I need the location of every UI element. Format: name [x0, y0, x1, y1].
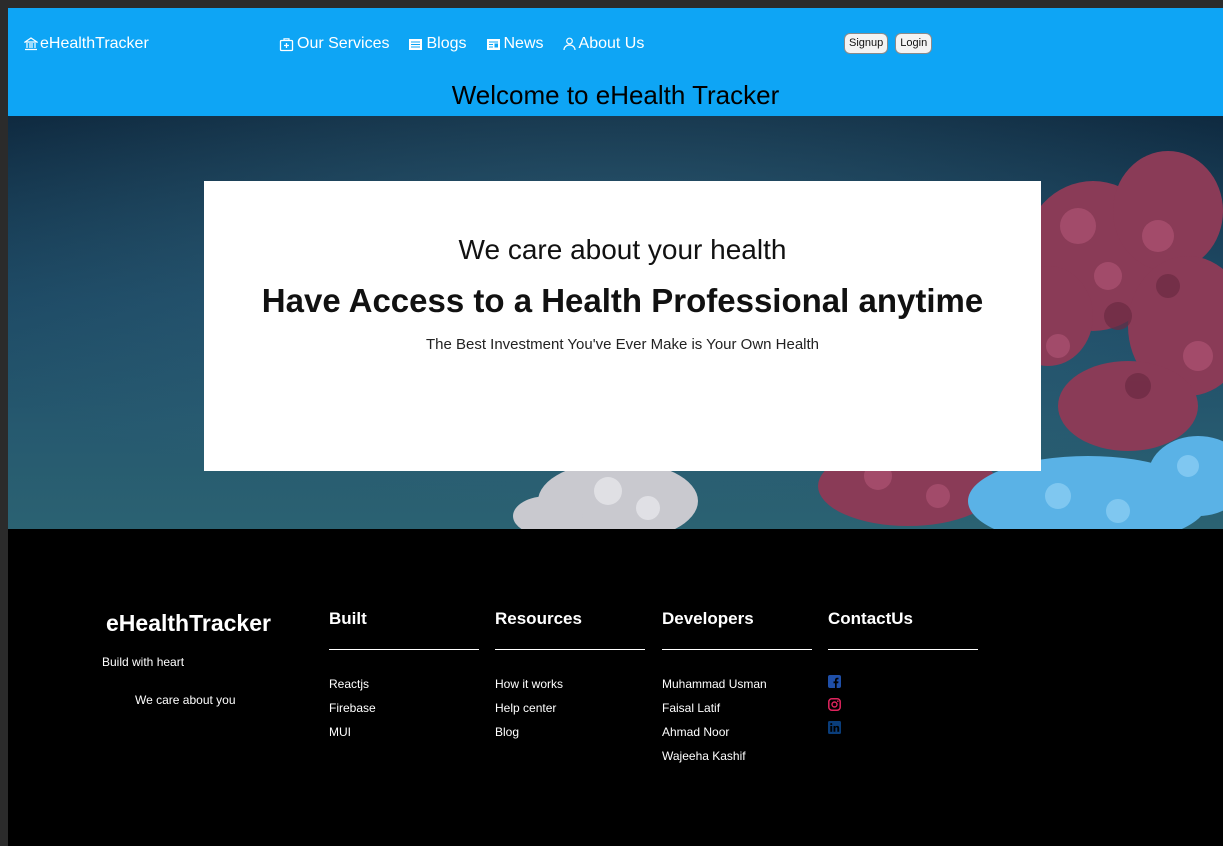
hero-subline: The Best Investment You've Ever Make is … — [425, 336, 820, 353]
footer-care-text: We care about you — [135, 693, 236, 707]
nav-our-services[interactable]: Our Services — [279, 35, 389, 53]
footer-link-reactjs[interactable]: Reactjs — [329, 672, 479, 696]
signup-button[interactable]: Signup — [844, 33, 889, 54]
medical-bag-icon — [279, 37, 294, 52]
brand-text: eHealthTracker — [40, 35, 149, 52]
facebook-icon[interactable] — [828, 675, 841, 688]
developer-item: Faisal Latif — [662, 701, 721, 715]
divider — [662, 649, 812, 650]
main-nav: Our Services Blogs News About Us — [279, 35, 644, 53]
developer-item: Ahmad Noor — [662, 725, 730, 739]
hero-section: We care about your health Have Access to… — [8, 116, 1223, 529]
divider — [495, 649, 645, 650]
developer-item: Muhammad Usman — [662, 677, 767, 691]
footer-developers-column: Developers Muhammad Usman Faisal Latif A… — [662, 608, 812, 768]
footer-developers-title: Developers — [662, 609, 754, 628]
hero-card: We care about your health Have Access to… — [204, 181, 1041, 471]
footer-link-help-center[interactable]: Help center — [495, 696, 645, 720]
footer-link-blog[interactable]: Blog — [495, 720, 645, 744]
institution-icon — [24, 37, 38, 51]
footer-contact-title: ContactUs — [828, 609, 914, 628]
footer-resources-title: Resources — [495, 609, 582, 628]
nav-our-services-label: Our Services — [297, 35, 390, 52]
hero-headline: Have Access to a Health Professional any… — [261, 282, 984, 319]
nav-about-us[interactable]: About Us — [562, 35, 645, 53]
brand-link[interactable]: eHealthTracker — [24, 35, 149, 53]
person-icon — [562, 37, 576, 51]
footer-built-title: Built — [329, 609, 367, 628]
page-title: Welcome to eHealth Tracker — [451, 80, 780, 110]
nav-news[interactable]: News — [486, 35, 544, 53]
nav-blogs[interactable]: Blogs — [408, 35, 467, 53]
divider — [828, 649, 978, 650]
login-button[interactable]: Login — [895, 33, 933, 54]
window-frame-left — [0, 8, 8, 846]
footer-contact-column: ContactUs — [828, 608, 978, 744]
article-icon — [408, 38, 423, 51]
nav-news-label: News — [503, 35, 544, 52]
footer-link-how-it-works[interactable]: How it works — [495, 672, 645, 696]
developer-item: Wajeeha Kashif — [662, 749, 746, 763]
hero-tagline: We care about your health — [458, 234, 787, 265]
linkedin-icon[interactable] — [828, 721, 841, 734]
site-header: eHealthTracker Our Services Blogs News A… — [8, 8, 1223, 116]
footer-resources-column: Resources How it works Help center Blog — [495, 608, 645, 744]
auth-buttons: Signup Login — [844, 33, 933, 54]
footer-link-firebase[interactable]: Firebase — [329, 696, 479, 720]
window-frame-top — [0, 0, 1223, 8]
footer-motto: Build with heart — [102, 655, 185, 669]
site-footer: eHealthTracker Build with heart We care … — [8, 529, 1223, 846]
footer-link-mui[interactable]: MUI — [329, 720, 479, 744]
nav-about-us-label: About Us — [578, 35, 645, 52]
footer-brand: eHealthTracker — [106, 610, 271, 636]
newspaper-icon — [486, 38, 501, 51]
nav-blogs-label: Blogs — [426, 35, 467, 52]
footer-built-column: Built Reactjs Firebase MUI — [329, 608, 479, 744]
instagram-icon[interactable] — [828, 698, 841, 711]
divider — [329, 649, 479, 650]
